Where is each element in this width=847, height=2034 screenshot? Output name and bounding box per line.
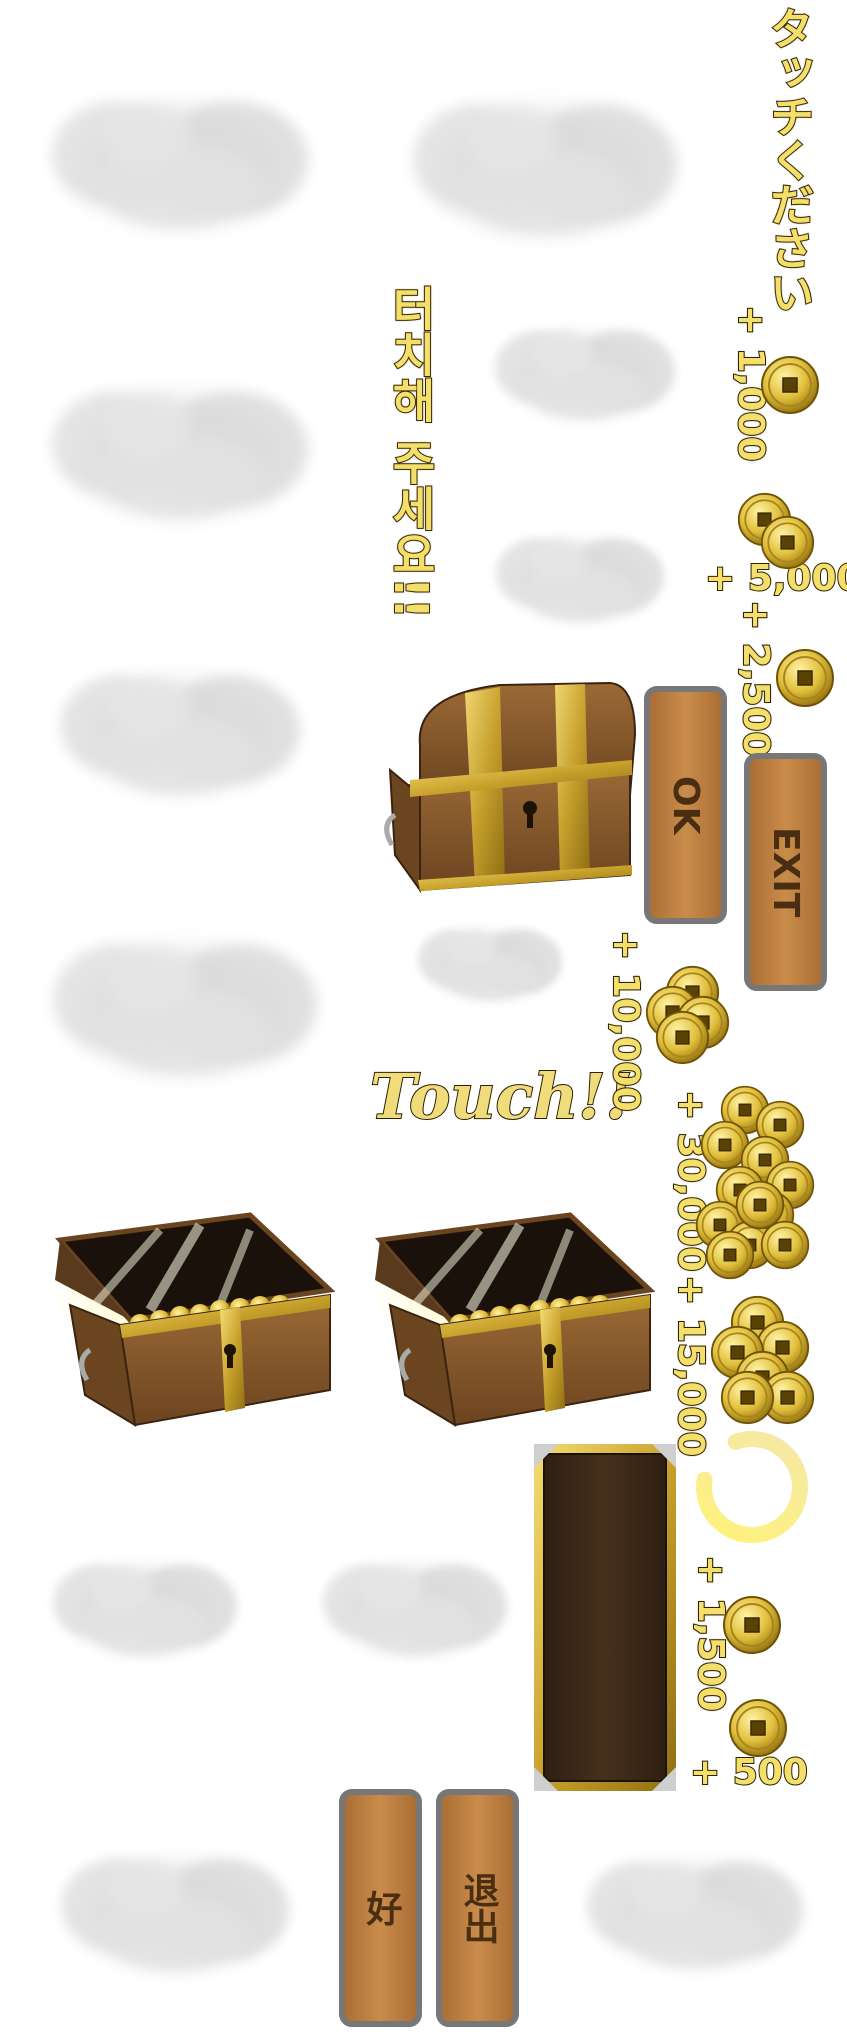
coin-stack-icon bbox=[645, 965, 730, 1065]
ok-zh-button[interactable]: 好 bbox=[338, 1788, 423, 2028]
cloud-7 bbox=[470, 510, 690, 650]
exit-zh-label: 退出 bbox=[457, 1872, 499, 1944]
cloud-9 bbox=[30, 1460, 260, 1760]
cloud-12 bbox=[560, 1820, 830, 2010]
japanese-instruction: タッチください bbox=[761, 5, 814, 315]
cloud-11 bbox=[30, 1820, 320, 2010]
open-treasure-chest[interactable] bbox=[40, 1210, 340, 1440]
coin-icon bbox=[723, 1596, 781, 1654]
ok-label: OK bbox=[665, 775, 706, 835]
exit-label: EXIT bbox=[765, 826, 806, 918]
ok-button[interactable]: OK bbox=[643, 685, 728, 925]
coin-stack-icon bbox=[737, 492, 815, 570]
reward-label-2500: + 2,500 bbox=[734, 599, 777, 758]
reward-label-500: + 500 bbox=[689, 1751, 809, 1794]
coin-icon bbox=[729, 1699, 787, 1757]
coin-pile-icon bbox=[695, 1085, 815, 1280]
coin-stack-icon bbox=[710, 1295, 815, 1425]
touch-text: Touch!! bbox=[369, 1059, 634, 1134]
cloud-5 bbox=[380, 60, 710, 280]
cloud-1 bbox=[20, 50, 340, 280]
closed-treasure-chest[interactable] bbox=[380, 675, 640, 895]
cloud-6 bbox=[470, 300, 700, 450]
cloud-3 bbox=[30, 630, 330, 840]
open-treasure-chest[interactable] bbox=[360, 1210, 660, 1440]
coin-icon bbox=[776, 649, 834, 707]
cloud-4 bbox=[20, 890, 350, 1130]
ok-zh-label: 好 bbox=[360, 1890, 402, 1926]
cloud-8 bbox=[400, 900, 580, 1030]
exit-button[interactable]: EXIT bbox=[743, 752, 828, 992]
loading-ring-icon bbox=[696, 1431, 808, 1543]
cloud-10 bbox=[300, 1450, 530, 1770]
dark-wood-panel bbox=[534, 1444, 676, 1791]
cloud-2 bbox=[20, 340, 340, 570]
coin-icon bbox=[761, 356, 819, 414]
korean-instruction: 터치해 주세요!! bbox=[383, 284, 439, 620]
exit-zh-button[interactable]: 退出 bbox=[435, 1788, 520, 2028]
